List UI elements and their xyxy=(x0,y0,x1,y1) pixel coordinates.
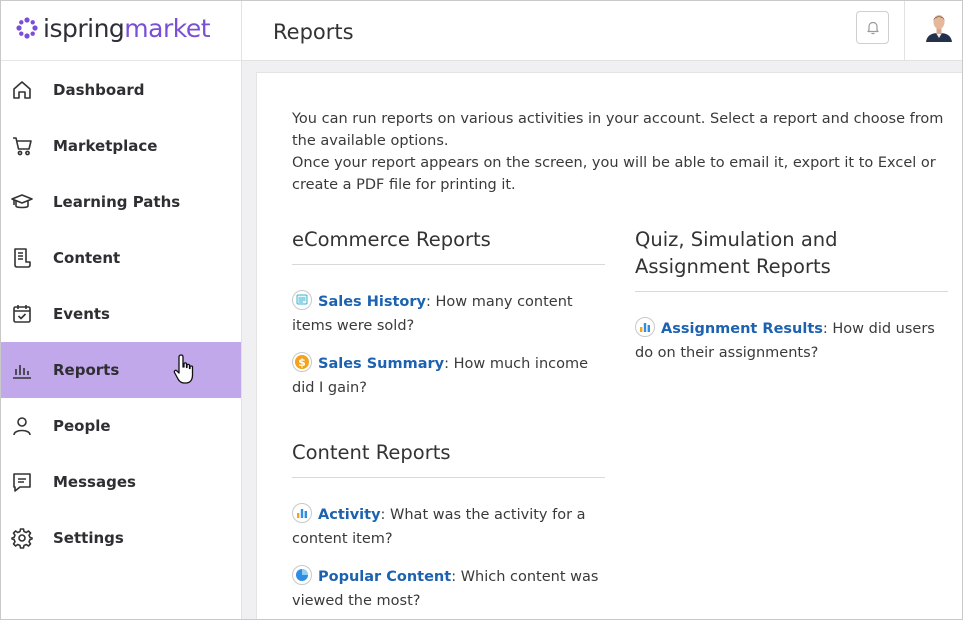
sidebar-item-label: Messages xyxy=(53,473,136,491)
quiz-reports-title: Quiz, Simulation and Assignment Reports xyxy=(635,228,838,278)
document-icon xyxy=(11,247,33,269)
user-avatar-icon xyxy=(926,15,952,42)
brand-logo[interactable]: ispringmarket xyxy=(15,11,211,45)
sales-history-link[interactable]: Sales History xyxy=(318,294,426,310)
bell-icon xyxy=(866,21,879,35)
sidebar-item-events[interactable]: Events xyxy=(1,286,241,342)
notifications-button[interactable] xyxy=(856,11,889,44)
app-window: ispringmarket Dashboard Marketplace Lear… xyxy=(0,0,963,620)
sidebar-item-label: Events xyxy=(53,305,110,323)
sidebar-item-label: People xyxy=(53,417,111,435)
svg-text:$: $ xyxy=(298,356,306,369)
sidebar-nav: Dashboard Marketplace Learning Paths Con… xyxy=(1,62,241,566)
sidebar-item-learning-paths[interactable]: Learning Paths xyxy=(1,174,241,230)
intro-line-1: You can run reports on various activitie… xyxy=(292,111,944,149)
report-popular-content: Popular Content: Which content was viewe… xyxy=(292,565,607,613)
sidebar: ispringmarket Dashboard Marketplace Lear… xyxy=(1,1,242,619)
sidebar-item-label: Dashboard xyxy=(53,81,145,99)
section-divider xyxy=(292,477,605,478)
top-header: Reports xyxy=(242,1,962,61)
assignment-results-link[interactable]: Assignment Results xyxy=(661,321,823,337)
sidebar-item-reports[interactable]: Reports xyxy=(1,342,241,398)
dollar-coin-icon: $ xyxy=(292,352,312,372)
reports-card: You can run reports on various activitie… xyxy=(256,72,962,619)
sidebar-item-messages[interactable]: Messages xyxy=(1,454,241,510)
sidebar-item-label: Content xyxy=(53,249,121,267)
avatar[interactable] xyxy=(926,12,952,42)
sidebar-item-label: Settings xyxy=(53,529,124,547)
hand-pointer-cursor-icon xyxy=(173,354,194,384)
page-title: Reports xyxy=(273,20,354,44)
section-divider xyxy=(292,264,605,265)
popular-content-link[interactable]: Popular Content xyxy=(318,569,451,585)
sidebar-item-content[interactable]: Content xyxy=(1,230,241,286)
bar-chart-report-icon xyxy=(292,503,312,523)
logo-flower-icon xyxy=(16,17,38,39)
report-sales-history: Sales History: How many content items we… xyxy=(292,290,607,338)
intro-text: You can run reports on various activitie… xyxy=(292,108,957,196)
ecommerce-reports-title: eCommerce Reports xyxy=(292,228,491,251)
sidebar-item-dashboard[interactable]: Dashboard xyxy=(1,62,241,118)
sidebar-item-people[interactable]: People xyxy=(1,398,241,454)
pie-chart-report-icon xyxy=(292,565,312,585)
message-icon xyxy=(11,471,33,493)
content-reports-title: Content Reports xyxy=(292,441,451,464)
logo-text: ispringmarket xyxy=(43,13,211,43)
sidebar-item-marketplace[interactable]: Marketplace xyxy=(1,118,241,174)
intro-line-2: Once your report appears on the screen, … xyxy=(292,155,936,193)
gear-icon xyxy=(11,527,33,549)
sales-summary-link[interactable]: Sales Summary xyxy=(318,356,444,372)
graduation-cap-icon xyxy=(11,191,33,213)
sales-history-icon xyxy=(292,290,312,310)
sidebar-item-settings[interactable]: Settings xyxy=(1,510,241,566)
header-separator xyxy=(904,1,905,61)
home-icon xyxy=(11,79,33,101)
activity-link[interactable]: Activity xyxy=(318,507,381,523)
section-divider xyxy=(635,291,948,292)
bar-chart-icon xyxy=(11,359,33,381)
calendar-check-icon xyxy=(11,303,33,325)
logo-divider xyxy=(1,60,242,61)
sidebar-item-label: Marketplace xyxy=(53,137,158,155)
report-activity: Activity: What was the activity for a co… xyxy=(292,503,607,551)
report-assignment-results: Assignment Results: How did users do on … xyxy=(635,317,945,365)
sidebar-item-label: Reports xyxy=(53,361,120,379)
report-sales-summary: $ Sales Summary: How much income did I ga… xyxy=(292,352,607,400)
person-icon xyxy=(11,415,33,437)
cart-icon xyxy=(11,135,33,157)
sidebar-item-label: Learning Paths xyxy=(53,193,181,211)
bar-chart-report-icon xyxy=(635,317,655,337)
